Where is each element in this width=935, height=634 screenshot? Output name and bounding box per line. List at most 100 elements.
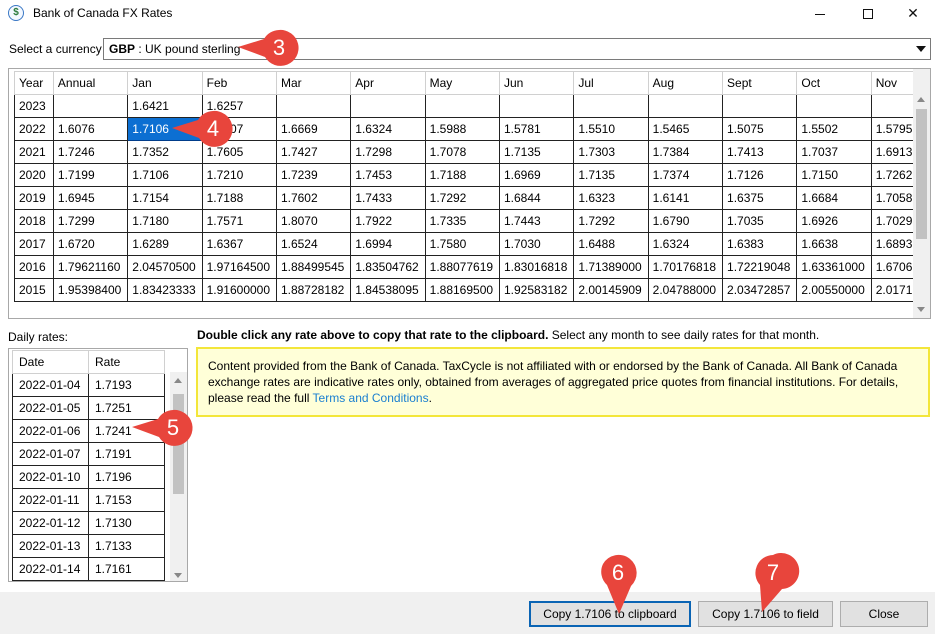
daily-scrollbar[interactable]: [170, 372, 187, 581]
year-cell[interactable]: 2015: [14, 278, 54, 302]
date-cell[interactable]: 2022-01-13: [12, 534, 89, 558]
rate-cell[interactable]: 1.7133: [88, 534, 165, 558]
column-header[interactable]: Apr: [350, 71, 426, 95]
rate-cell[interactable]: [722, 94, 798, 118]
table-row[interactable]: 2022-01-06 1.7241: [12, 419, 165, 443]
rate-cell[interactable]: 1.6323: [573, 186, 649, 210]
daily-rates-grid[interactable]: Date Rate 2022-01-04 1.7193 2022-01-05 1.725…: [8, 348, 188, 582]
year-cell[interactable]: 2018: [14, 209, 54, 233]
rate-cell[interactable]: 1.7199: [52, 163, 129, 187]
rate-cell[interactable]: 1.7153: [88, 488, 165, 512]
rate-cell[interactable]: 1.7384: [647, 140, 724, 164]
table-row[interactable]: 2022-01-11 1.7153: [12, 488, 165, 512]
close-button[interactable]: Close: [840, 601, 928, 627]
date-cell[interactable]: 2022-01-10: [12, 465, 89, 489]
rate-cell[interactable]: 1.97164500: [201, 255, 277, 279]
date-cell[interactable]: 2022-01-07: [12, 442, 89, 466]
copy-to-clipboard-button[interactable]: Copy 1.7106 to clipboard: [529, 601, 691, 627]
rate-cell[interactable]: 1.88728182: [275, 278, 352, 302]
rate-cell[interactable]: 1.5781: [498, 117, 575, 141]
rate-cell[interactable]: [498, 94, 575, 118]
rate-cell[interactable]: 1.7298: [350, 140, 426, 164]
rate-cell[interactable]: 1.6638: [796, 232, 872, 256]
terms-link[interactable]: Terms and Conditions: [313, 391, 429, 405]
rate-cell[interactable]: 1.7150: [796, 163, 872, 187]
rate-cell[interactable]: 1.7433: [350, 186, 426, 210]
date-cell[interactable]: 2022-01-14: [12, 557, 89, 581]
column-header[interactable]: Jun: [498, 71, 575, 95]
scroll-down-icon[interactable]: [174, 573, 182, 578]
rate-cell[interactable]: 1.7188: [201, 186, 277, 210]
date-cell[interactable]: 2022-01-12: [12, 511, 89, 535]
rate-cell[interactable]: 1.6375: [722, 186, 798, 210]
rate-cell[interactable]: 1.7580: [424, 232, 500, 256]
rate-cell[interactable]: 1.5465: [647, 117, 724, 141]
date-cell[interactable]: 2022-01-04: [12, 373, 89, 397]
rate-cell[interactable]: 1.95398400: [52, 278, 129, 302]
table-row[interactable]: 2022-01-10 1.7196: [12, 465, 165, 489]
year-cell[interactable]: 2019: [14, 186, 54, 210]
rate-cell[interactable]: 1.6141: [647, 186, 724, 210]
rate-cell[interactable]: 1.7413: [722, 140, 798, 164]
rate-cell[interactable]: 1.7196: [88, 465, 165, 489]
rate-cell[interactable]: 1.7374: [647, 163, 724, 187]
rate-cell[interactable]: 1.88499545: [275, 255, 352, 279]
rate-cell[interactable]: 1.83016818: [498, 255, 575, 279]
maximize-button[interactable]: [845, 0, 891, 26]
rate-cell[interactable]: 1.79621160: [52, 255, 129, 279]
rate-cell[interactable]: 1.7035: [722, 209, 798, 233]
column-header[interactable]: Feb: [201, 71, 277, 95]
scroll-up-icon[interactable]: [917, 97, 925, 102]
rate-cell[interactable]: 1.6383: [722, 232, 798, 256]
rate-cell[interactable]: 1.7130: [88, 511, 165, 535]
rate-cell[interactable]: 1.6524: [275, 232, 352, 256]
grid-scrollbar[interactable]: [913, 69, 930, 318]
rate-cell[interactable]: 1.6790: [647, 209, 724, 233]
rate-cell[interactable]: 1.7571: [201, 209, 277, 233]
rate-cell[interactable]: 1.84538095: [350, 278, 426, 302]
column-header[interactable]: Jul: [573, 71, 649, 95]
rate-cell[interactable]: 1.6488: [573, 232, 649, 256]
rate-cell[interactable]: 1.7135: [498, 140, 575, 164]
grid-scroll-thumb[interactable]: [916, 109, 927, 239]
rate-cell[interactable]: 1.6076: [52, 117, 129, 141]
minimize-button[interactable]: [797, 0, 843, 26]
rate-cell[interactable]: 1.6684: [796, 186, 872, 210]
rate-cell[interactable]: 1.6324: [350, 117, 426, 141]
rate-cell[interactable]: 1.7352: [127, 140, 203, 164]
column-header[interactable]: Year: [14, 71, 54, 95]
rate-cell[interactable]: 1.6969: [498, 163, 575, 187]
rate-cell[interactable]: 1.7427: [275, 140, 352, 164]
rate-cell[interactable]: 1.72219048: [722, 255, 798, 279]
rate-cell[interactable]: 1.7239: [275, 163, 352, 187]
table-row[interactable]: 2022-01-12 1.7130: [12, 511, 165, 535]
year-cell[interactable]: 2023: [14, 94, 54, 118]
rate-cell[interactable]: 1.7292: [424, 186, 500, 210]
date-cell[interactable]: 2022-01-05: [12, 396, 89, 420]
rate-cell[interactable]: 1.71389000: [573, 255, 649, 279]
rate-cell[interactable]: [573, 94, 649, 118]
rate-cell[interactable]: [424, 94, 500, 118]
rate-cell[interactable]: 1.6844: [498, 186, 575, 210]
rate-cell[interactable]: 1.6994: [350, 232, 426, 256]
rate-cell[interactable]: 1.7922: [350, 209, 426, 233]
rate-cell[interactable]: 1.7292: [573, 209, 649, 233]
rate-cell[interactable]: 1.7106: [127, 163, 203, 187]
year-cell[interactable]: 2022: [14, 117, 54, 141]
rate-cell[interactable]: 1.6367: [201, 232, 277, 256]
rate-cell[interactable]: 1.7193: [88, 373, 165, 397]
rate-cell[interactable]: 1.7037: [796, 140, 872, 164]
date-cell[interactable]: 2022-01-11: [12, 488, 89, 512]
rate-cell[interactable]: 1.6945: [52, 186, 129, 210]
rate-cell[interactable]: 1.91600000: [201, 278, 277, 302]
rate-cell[interactable]: 1.7246: [52, 140, 129, 164]
rate-cell[interactable]: 1.5510: [573, 117, 649, 141]
scroll-down-icon[interactable]: [917, 307, 925, 312]
year-cell[interactable]: 2016: [14, 255, 54, 279]
rate-cell[interactable]: 1.5988: [424, 117, 500, 141]
rate-cell[interactable]: 1.7299: [52, 209, 129, 233]
table-row[interactable]: 2022-01-13 1.7133: [12, 534, 165, 558]
rate-cell[interactable]: [350, 94, 426, 118]
rate-cell[interactable]: 1.5502: [796, 117, 872, 141]
table-row[interactable]: 2022-01-05 1.7251: [12, 396, 165, 420]
